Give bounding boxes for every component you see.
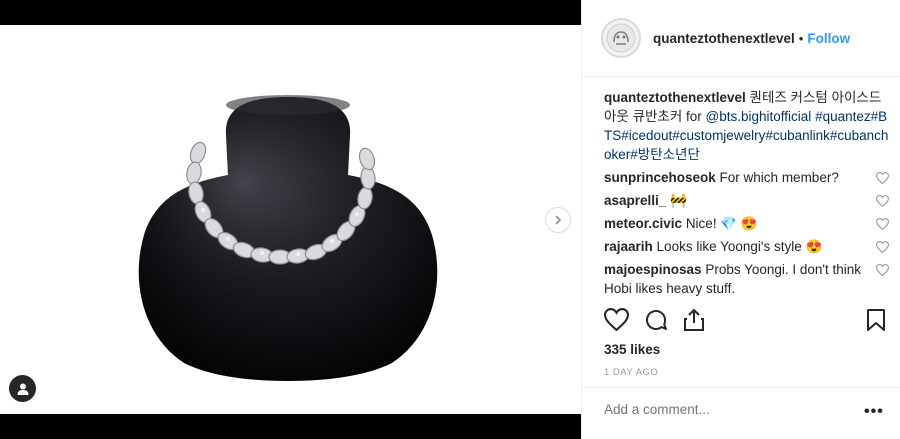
avatar[interactable] [601,18,641,58]
share-icon[interactable] [683,308,705,332]
tagged-users-button[interactable] [9,375,36,402]
follow-button[interactable]: Follow [807,31,850,46]
heart-icon[interactable] [876,195,889,207]
post-media [0,0,581,439]
letterbox-top [0,0,581,25]
comment-emoji: 🚧 [670,193,687,208]
comment-username[interactable]: meteor.civic [604,216,682,231]
more-options-button[interactable]: ••• [864,403,884,421]
comment-item: sunprincehoseok For which member? [604,168,889,187]
post-panel: quanteztothenextlevel • Follow quantezto… [581,0,900,439]
comment-username[interactable]: rajaarih [604,239,653,254]
comment-list: quanteztothenextlevel 퀀테즈 커스텀 아이스드 아웃 큐반… [604,88,889,302]
comment-item: meteor.civic Nice! 💎 😍 [604,214,889,233]
heart-icon[interactable] [876,172,889,184]
caption-username[interactable]: quanteztothenextlevel [604,90,746,105]
next-image-button[interactable] [545,207,571,233]
heart-icon[interactable] [876,264,889,276]
comment-username[interactable]: sunprincehoseok [604,170,716,185]
comment-text: Looks like Yoongi's style [656,239,802,254]
heart-icon[interactable] [876,218,889,230]
separator-dot: • [798,30,804,46]
post-image [0,25,581,414]
user-tag-icon [17,383,28,395]
comment-icon[interactable] [644,308,668,332]
post-header: quanteztothenextlevel • Follow [582,0,900,77]
comment-item: rajaarih Looks like Yoongi's style 😍 [604,237,889,256]
header-username[interactable]: quanteztothenextlevel [653,31,795,46]
comment-emoji: 😍 [805,239,823,254]
profile-logo-icon [606,23,636,53]
comment-item: majoespinosas Probs Yoongi. I don't thin… [604,260,889,298]
post-caption: quanteztothenextlevel 퀀테즈 커스텀 아이스드 아웃 큐반… [604,88,889,164]
letterbox-bottom [0,414,581,439]
likes-count[interactable]: 335 likes [604,342,660,357]
comment-username[interactable]: majoespinosas [604,262,702,277]
heart-icon[interactable] [876,241,889,253]
comment-text: Nice! [685,216,717,231]
divider [582,387,900,388]
post-timestamp[interactable]: 1 DAY AGO [604,367,658,378]
chevron-right-icon [555,215,562,225]
comment-emoji: 💎 😍 [720,216,758,231]
comment-username[interactable]: asaprelli_ [604,193,666,208]
action-bar [604,308,887,336]
add-comment-input[interactable] [604,402,844,417]
bookmark-icon[interactable] [866,308,886,332]
comment-item: asaprelli_ 🚧 [604,191,889,210]
comment-text: For which member? [719,170,839,185]
heart-icon[interactable] [604,308,629,331]
caption-mention[interactable]: @bts.bighitofficial [706,109,812,124]
